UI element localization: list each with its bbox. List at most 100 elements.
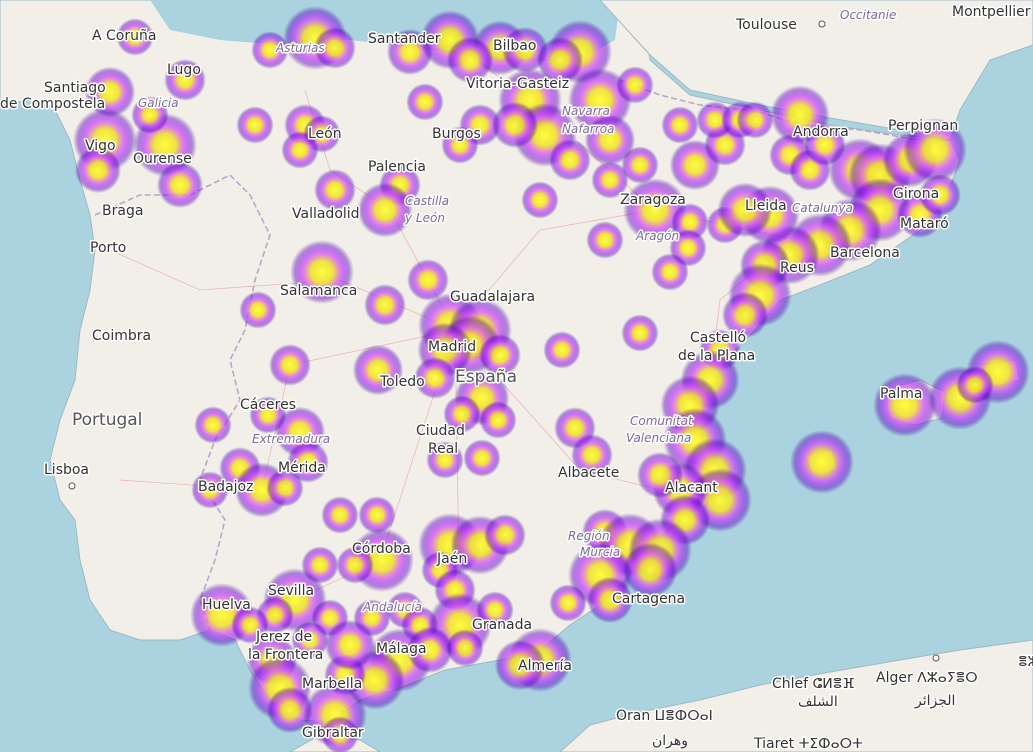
marker-toulouse: [818, 20, 826, 28]
heat-point: [586, 221, 624, 259]
label-plana: de la Plana: [678, 348, 755, 364]
label-badajoz: Badajoz: [198, 479, 253, 495]
label-murcia: Murcia: [580, 545, 620, 559]
label-mataro: Mataró: [900, 216, 949, 232]
label-portugal: Portugal: [72, 410, 142, 430]
heat-point: [463, 439, 501, 477]
heat-point: [364, 284, 406, 326]
label-vigo: Vigo: [85, 138, 116, 154]
label-comunitat: Comunitat: [630, 414, 694, 428]
capital-marker-alger: [932, 654, 940, 662]
label-braga: Braga: [102, 203, 143, 219]
label-burgos: Burgos: [432, 126, 481, 142]
label-occitanie: Occitanie: [840, 8, 896, 22]
label-ciudad: Ciudad: [416, 423, 465, 439]
heat-point: [321, 496, 359, 534]
heat-point: [357, 182, 413, 238]
label-nafarroa: Nafarroa: [562, 122, 614, 136]
label-caceres: Cáceres: [240, 397, 296, 413]
map-canvas[interactable]: A Coruña Lugo Santiago de Compostela Gal…: [0, 0, 1033, 752]
heat-point: [956, 366, 994, 404]
heat-point: [651, 253, 689, 291]
heat-point: [479, 401, 517, 439]
label-gibraltar: Gibraltar: [302, 725, 364, 741]
heat-point: [484, 514, 526, 556]
label-tiaret: Tiaret ⵜⵉⵀⴰⵔⵜ: [753, 736, 863, 752]
label-cordoba: Córdoba: [352, 541, 411, 557]
label-albacete: Albacete: [558, 465, 619, 481]
label-aragon: Aragón: [635, 229, 679, 243]
label-granada: Granada: [472, 617, 532, 633]
label-toledo: Toledo: [379, 374, 425, 390]
heat-point: [236, 106, 274, 144]
heat-point: [269, 344, 311, 386]
label-porto: Porto: [90, 240, 126, 256]
label-asturias: Asturias: [275, 41, 325, 55]
heat-point: [358, 496, 396, 534]
label-palma: Palma: [880, 386, 923, 402]
label-real: Real: [428, 441, 458, 457]
heat-point: [324, 619, 376, 671]
label-yleon: y León: [404, 211, 445, 225]
label-barcelona: Barcelona: [830, 245, 900, 261]
heat-point: [661, 106, 699, 144]
label-vitoria: Vitoria-Gasteiz: [466, 76, 569, 92]
heat-point: [790, 430, 854, 494]
heat-point: [621, 314, 659, 352]
label-santander: Santander: [368, 31, 441, 47]
label-montpellier: Montpellier: [952, 4, 1031, 20]
label-lisboa: Lisboa: [44, 462, 89, 478]
heat-point: [616, 66, 654, 104]
heat-point: [406, 83, 444, 121]
label-alger: Alger ⴷⵣⴰⵢⴻⵔ: [876, 670, 978, 686]
label-alger-ar: الجزائر: [914, 693, 955, 709]
label-andalucia: Andalucía: [362, 600, 422, 614]
heat-point: [736, 101, 774, 139]
heat-point: [239, 291, 277, 329]
label-valladolid: Valladolid: [292, 206, 360, 222]
label-chlef-ar: الشلف: [798, 694, 838, 710]
label-frontera: la Frontera: [248, 647, 323, 663]
label-region: Región: [568, 529, 610, 543]
label-malaga: Málaga: [376, 641, 427, 657]
label-toulouse: Toulouse: [735, 17, 797, 33]
label-reus: Reus: [780, 260, 814, 276]
label-merida: Mérida: [278, 460, 326, 476]
label-oran: Oran ⵡⴻⵀⵔⴰⵏ: [616, 708, 713, 724]
heat-point: [873, 373, 937, 437]
label-jerez: Jerez de: [255, 629, 312, 645]
label-girona: Girona: [893, 186, 939, 202]
heat-point: [194, 406, 232, 444]
label-castello: Castelló: [690, 330, 746, 346]
label-jaen: Jaén: [436, 551, 467, 567]
label-chlef: Chlef ⵛⵍⴻⴼ: [772, 676, 855, 692]
label-sevilla: Sevilla: [268, 583, 314, 599]
label-compostela: de Compostela: [0, 96, 105, 112]
heat-point: [446, 629, 484, 667]
label-edge: ⴻⵣ: [1018, 654, 1033, 670]
label-perpignan: Perpignan: [888, 118, 958, 134]
label-madrid: Madrid: [428, 339, 476, 355]
label-marbella: Marbella: [302, 676, 362, 692]
label-bilbao: Bilbao: [493, 38, 536, 54]
heat-point: [521, 181, 559, 219]
label-valenciana: Valenciana: [626, 431, 691, 445]
label-lleida: Lleida: [745, 198, 787, 214]
label-santiago: Santiago: [44, 80, 106, 96]
label-guadalajara: Guadalajara: [450, 289, 535, 305]
label-palencia: Palencia: [368, 159, 426, 175]
label-alacant: Alacant: [665, 480, 718, 496]
heat-point: [543, 331, 581, 369]
label-coimbra: Coimbra: [92, 328, 151, 344]
label-catalunya: Catalunya: [792, 201, 853, 215]
label-huelva: Huelva: [202, 597, 251, 613]
label-acoruna: A Coruña: [92, 28, 156, 44]
label-almeria: Almería: [518, 658, 572, 674]
label-oran-ar: وهران: [652, 733, 688, 749]
label-galicia: Galicia: [138, 96, 179, 110]
heat-point: [314, 169, 356, 211]
label-extremadura: Extremadura: [252, 432, 330, 446]
label-cartagena: Cartagena: [612, 591, 685, 607]
label-salamanca: Salamanca: [280, 283, 357, 299]
label-andorra: Andorra: [793, 124, 849, 140]
